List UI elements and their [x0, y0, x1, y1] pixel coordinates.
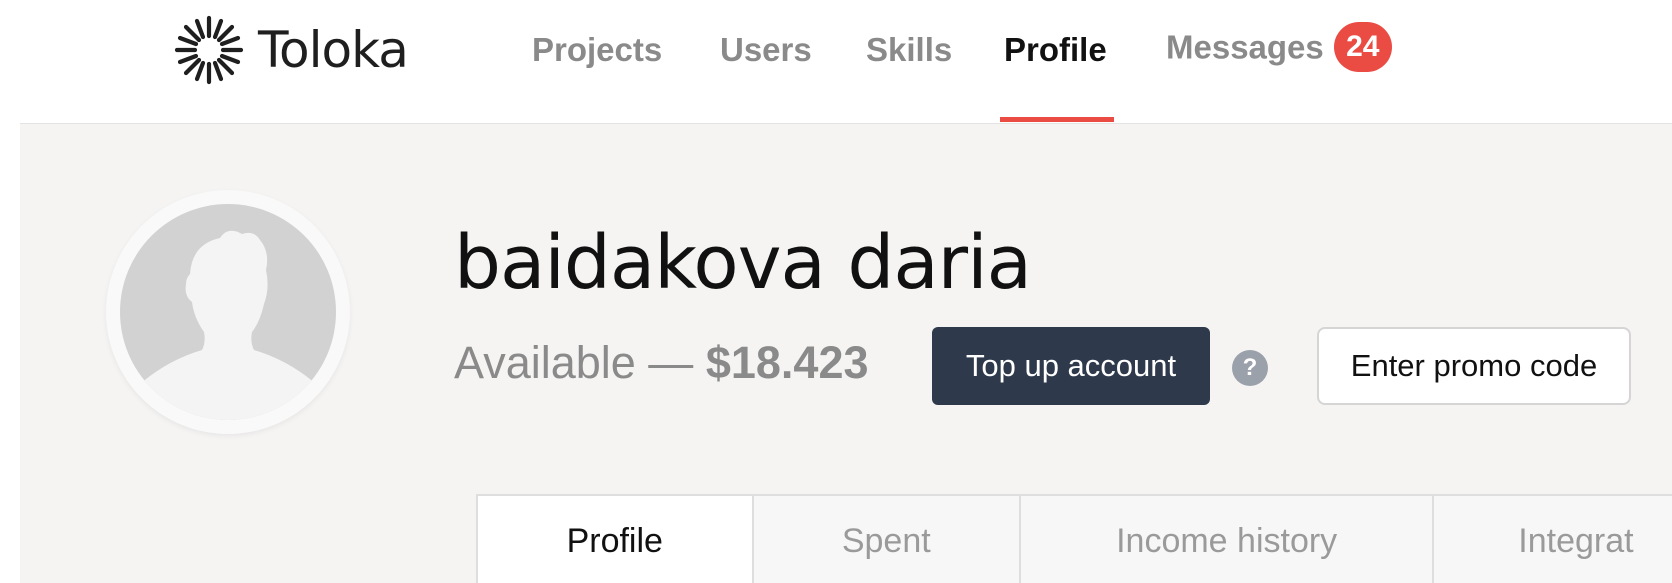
top-up-account-button[interactable]: Top up account — [932, 327, 1210, 405]
nav-item-messages-label: Messages — [1166, 28, 1324, 66]
profile-tabs: Profile Spent Income history Integrat — [476, 494, 1672, 583]
page: Toloka Projects Users Skills Profile Mes… — [0, 0, 1672, 583]
nav-item-projects[interactable]: Projects — [532, 30, 662, 70]
active-nav-indicator — [1000, 117, 1114, 122]
tab-profile[interactable]: Profile — [478, 496, 754, 583]
profile-main-area: baidakova daria Available — $18.423 Top … — [20, 123, 1672, 583]
tab-integrations[interactable]: Integrat — [1434, 496, 1672, 583]
avatar-image — [120, 204, 336, 420]
user-silhouette-icon — [140, 230, 316, 420]
logo-text: Toloka — [258, 21, 409, 79]
starburst-logo-icon — [174, 15, 244, 85]
balance-line: Available — $18.423 — [454, 335, 869, 391]
avatar[interactable] — [106, 190, 350, 434]
enter-promo-code-button[interactable]: Enter promo code — [1317, 327, 1631, 405]
tab-spent[interactable]: Spent — [754, 496, 1022, 583]
nav-item-profile[interactable]: Profile — [1004, 30, 1107, 70]
messages-count-badge: 24 — [1333, 22, 1392, 72]
profile-username: baidakova daria — [454, 220, 1032, 306]
balance-label: Available — — [454, 337, 694, 388]
tab-income-history[interactable]: Income history — [1021, 496, 1435, 583]
nav-item-skills[interactable]: Skills — [866, 30, 952, 70]
top-header: Toloka Projects Users Skills Profile Mes… — [0, 0, 1672, 124]
toloka-logo[interactable]: Toloka — [172, 12, 409, 88]
nav-item-users[interactable]: Users — [720, 30, 812, 70]
nav-item-messages[interactable]: Messages 24 — [1166, 22, 1392, 75]
balance-amount: $18.423 — [705, 337, 869, 388]
question-circle-icon[interactable]: ? — [1232, 350, 1268, 386]
